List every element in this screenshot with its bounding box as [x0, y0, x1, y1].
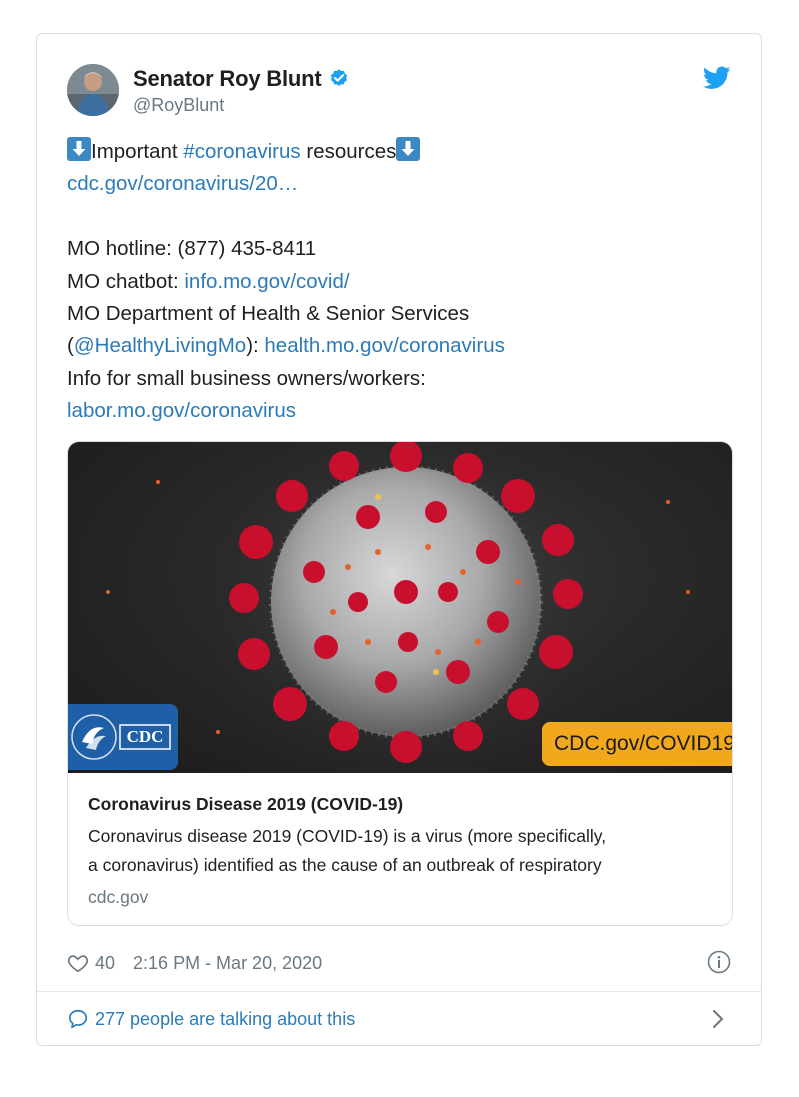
- tweet-text-segment: resources: [300, 140, 397, 163]
- card-domain: cdc.gov: [88, 887, 149, 907]
- conversation-link[interactable]: 277 people are talking about this: [67, 1006, 731, 1032]
- info-icon[interactable]: [707, 950, 731, 974]
- paren-open: (: [67, 334, 74, 358]
- tweet-text: Important #coronavirus resources cdc.gov…: [67, 136, 731, 428]
- cdc-link[interactable]: cdc.gov/coronavirus/20…: [67, 172, 298, 195]
- speech-bubble-icon: [67, 1008, 89, 1030]
- paren-close: ):: [246, 334, 265, 358]
- dept-text: MO Department of Health & Senior Service…: [67, 302, 470, 326]
- card-description-line: a coronavirus) identified as the cause o…: [88, 854, 602, 875]
- timestamp-link[interactable]: 2:16 PM - Mar 20, 2020: [133, 953, 322, 974]
- author-handle[interactable]: @RoyBlunt: [133, 95, 350, 116]
- chatbot-link[interactable]: info.mo.gov/covid/: [184, 270, 349, 293]
- down-arrow-emoji: [396, 137, 421, 161]
- link-preview-card[interactable]: CDC CDC.gov/COVID19 Coronavirus Disease …: [67, 441, 733, 926]
- tweet-embed: Senator Roy Blunt @RoyBlunt Important #c…: [36, 33, 762, 1046]
- chatbot-label: MO chatbot:: [67, 269, 185, 293]
- hotline-text: MO hotline: (877) 435-8411: [67, 237, 317, 261]
- author-name[interactable]: Senator Roy Blunt: [133, 66, 322, 92]
- avatar[interactable]: [67, 64, 119, 116]
- hashtag-link[interactable]: #coronavirus: [183, 140, 300, 163]
- card-image[interactable]: CDC CDC.gov/COVID19: [68, 442, 732, 773]
- card-title[interactable]: Coronavirus Disease 2019 (COVID-19): [88, 791, 712, 817]
- card-body: Coronavirus Disease 2019 (COVID-19) Coro…: [88, 791, 712, 910]
- health-link[interactable]: health.mo.gov/coronavirus: [264, 334, 504, 357]
- like-count[interactable]: 40: [95, 953, 115, 974]
- conversation-count[interactable]: 277 people are talking about this: [95, 1009, 355, 1030]
- cdc-logo: CDC: [68, 704, 178, 770]
- card-description: Coronavirus disease 2019 (COVID-19) is a…: [88, 822, 712, 879]
- twitter-bird-icon[interactable]: [702, 66, 731, 90]
- heart-icon[interactable]: [67, 952, 89, 974]
- labor-link[interactable]: labor.mo.gov/coronavirus: [67, 399, 296, 422]
- tweet-text-segment: Important: [91, 140, 184, 163]
- image-url-badge: CDC.gov/COVID19: [542, 722, 732, 766]
- mention-link[interactable]: @HealthyLivingMo: [74, 334, 246, 357]
- card-description-line: Coronavirus disease 2019 (COVID-19) is a…: [88, 826, 607, 846]
- verified-badge-icon: [328, 68, 350, 90]
- chevron-right-icon[interactable]: [711, 1008, 725, 1030]
- down-arrow-emoji: [67, 137, 91, 161]
- divider: [37, 991, 761, 992]
- cdc-logo-text: CDC: [126, 727, 164, 746]
- business-text: Info for small business owners/workers:: [67, 366, 426, 390]
- tweet-header: Senator Roy Blunt @RoyBlunt: [67, 64, 731, 116]
- tweet-meta: 40 2:16 PM - Mar 20, 2020: [67, 950, 731, 976]
